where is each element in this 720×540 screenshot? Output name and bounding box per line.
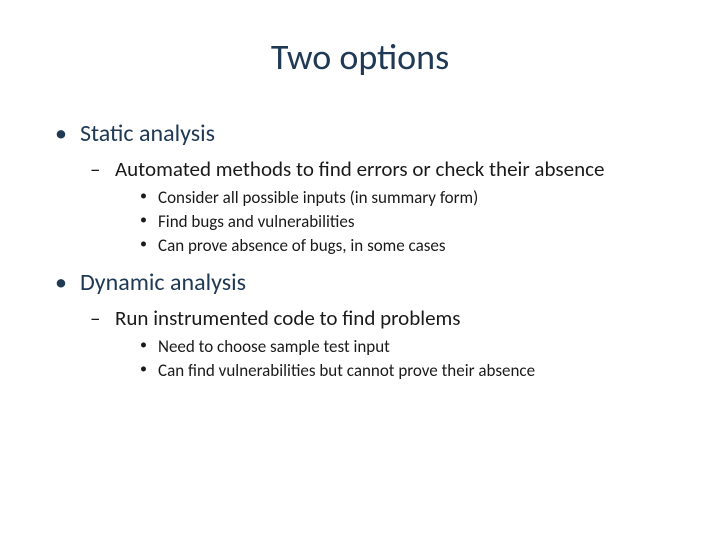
bullet-dynamic-analysis: Dynamic analysis <box>55 268 690 297</box>
bullet-dynamic-detail-1: Need to choose sample test input <box>140 336 690 357</box>
bullet-static-subtitle: Automated methods to find errors or chec… <box>90 156 690 182</box>
bullet-static-detail-2: Find bugs and vulnerabilities <box>140 211 690 232</box>
slide-title: Two options <box>30 35 690 79</box>
bullet-static-analysis: Static analysis <box>55 119 690 148</box>
bullet-static-detail-3: Can prove absence of bugs, in some cases <box>140 235 690 256</box>
bullet-dynamic-subtitle: Run instrumented code to find problems <box>90 305 690 331</box>
bullet-dynamic-detail-2: Can find vulnerabilities but cannot prov… <box>140 360 690 381</box>
bullet-static-detail-1: Consider all possible inputs (in summary… <box>140 187 690 208</box>
